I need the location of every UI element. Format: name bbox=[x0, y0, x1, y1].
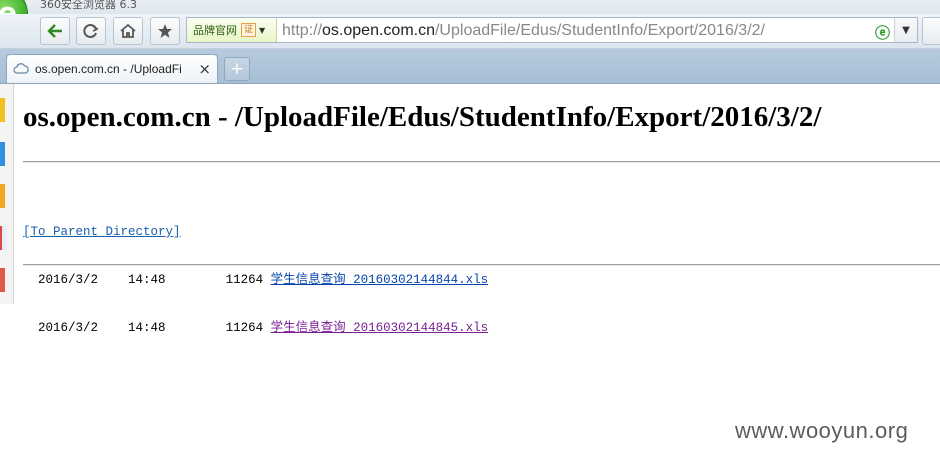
sidebar-icon-3[interactable] bbox=[0, 184, 5, 208]
official-site-badge[interactable]: 品牌官网 证 ▼ bbox=[187, 18, 277, 42]
refresh-icon bbox=[83, 24, 99, 38]
parent-directory-link[interactable]: [To Parent Directory] bbox=[23, 225, 181, 239]
file-time: 14:48 bbox=[128, 273, 166, 287]
file-date: 2016/3/2 bbox=[38, 273, 99, 287]
navigation-toolbar: 品牌官网 证 ▼ http://os.open.com.cn/UploadFil… bbox=[0, 14, 940, 49]
refresh-button[interactable] bbox=[76, 17, 106, 45]
file-date: 2016/3/2 bbox=[38, 321, 99, 335]
url-scheme: http:// bbox=[282, 22, 323, 39]
tab-bar: os.open.com.cn - /UploadFi × + bbox=[0, 49, 940, 84]
file-link[interactable]: 学生信息查询_20160302144845.xls bbox=[271, 321, 489, 335]
title-bar: e 360安全浏览器 6.3 bbox=[0, 0, 940, 38]
sidebar-icon-5[interactable] bbox=[0, 268, 5, 292]
divider-bottom bbox=[23, 264, 940, 266]
badge-label: 品牌官网 bbox=[193, 24, 237, 37]
new-tab-button[interactable]: + bbox=[224, 57, 250, 81]
star-icon bbox=[158, 24, 172, 38]
tab-close-button[interactable]: × bbox=[198, 60, 211, 78]
sidebar-icon-4[interactable] bbox=[0, 226, 7, 250]
divider-top bbox=[23, 161, 940, 163]
certificate-icon: 证 bbox=[241, 23, 257, 37]
tab-current[interactable]: os.open.com.cn - /UploadFi × bbox=[6, 54, 218, 83]
dropdown-icon: ▼ bbox=[902, 24, 910, 36]
url-host-domain: open.com.cn bbox=[343, 22, 435, 39]
file-link[interactable]: 学生信息查询_20160302144844.xls bbox=[271, 273, 489, 287]
home-icon bbox=[120, 23, 136, 38]
app-title: 360安全浏览器 6.3 bbox=[40, 0, 137, 11]
file-row: 2016/3/2 14:48 11264 学生信息查询_201603021448… bbox=[23, 272, 488, 288]
file-time: 14:48 bbox=[128, 321, 166, 335]
file-size: 11264 bbox=[225, 273, 264, 287]
address-dropdown-button[interactable]: ▼ bbox=[894, 18, 917, 42]
directory-listing: [To Parent Directory] 2016/3/2 14:48 112… bbox=[23, 192, 488, 352]
cloud-icon bbox=[13, 63, 29, 74]
tab-title: os.open.com.cn - /UploadFi bbox=[35, 62, 182, 76]
ie-compat-icon[interactable]: ⓔ bbox=[875, 22, 890, 43]
sidebar-icon-1[interactable] bbox=[0, 98, 5, 122]
page-title: os.open.com.cn - /UploadFile/Edus/Studen… bbox=[23, 101, 822, 133]
badge-dropdown-icon: ▼ bbox=[259, 25, 266, 35]
file-size: 11264 bbox=[225, 321, 264, 335]
url-host-pre: os. bbox=[322, 22, 344, 39]
sidebar bbox=[0, 84, 14, 304]
back-arrow-icon bbox=[47, 24, 62, 38]
favorites-button[interactable] bbox=[150, 17, 180, 45]
back-button[interactable] bbox=[40, 17, 70, 45]
sidebar-icon-2[interactable] bbox=[0, 142, 5, 166]
toolbar-extra-button[interactable] bbox=[922, 17, 940, 45]
file-row: 2016/3/2 14:48 11264 学生信息查询_201603021448… bbox=[23, 320, 488, 336]
url-text[interactable]: http://os.open.com.cn/UploadFile/Edus/St… bbox=[282, 22, 765, 40]
address-bar[interactable]: 品牌官网 证 ▼ http://os.open.com.cn/UploadFil… bbox=[186, 17, 918, 43]
url-path: /UploadFile/Edus/StudentInfo/Export/2016… bbox=[434, 22, 765, 39]
home-button[interactable] bbox=[113, 17, 143, 45]
watermark: www.wooyun.org bbox=[735, 418, 909, 443]
